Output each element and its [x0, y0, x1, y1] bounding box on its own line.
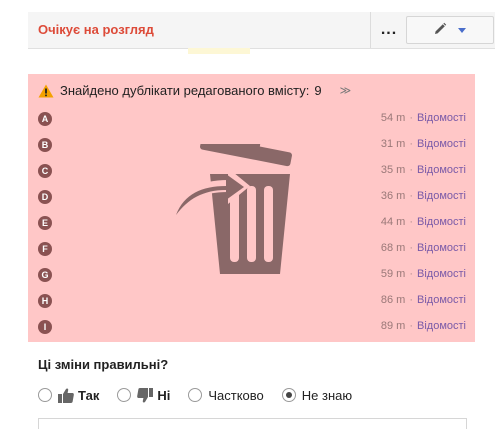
- duplicate-marker: G: [38, 268, 52, 282]
- review-status: Очікує на розгляд: [38, 22, 154, 37]
- top-bar: Очікує на розгляд ...: [28, 12, 495, 49]
- expand-icon[interactable]: ≫: [340, 85, 352, 96]
- radio-no[interactable]: [117, 388, 132, 402]
- edit-dropdown-button[interactable]: [406, 16, 494, 44]
- thumbs-up-icon: [58, 387, 74, 403]
- duplicate-row: A 54 m · Відомості: [28, 106, 475, 132]
- details-link[interactable]: Відомості: [417, 138, 466, 150]
- duplicates-panel: Знайдено дублікати редагованого вмісту: …: [28, 74, 475, 342]
- radio-yes[interactable]: [38, 388, 52, 402]
- duplicate-marker: H: [38, 294, 52, 308]
- duplicate-time: 86 m: [380, 294, 406, 306]
- duplicate-time: 59 m: [380, 268, 406, 280]
- review-options: Так Ні Частково Не знаю: [38, 385, 370, 405]
- details-link[interactable]: Відомості: [417, 164, 466, 176]
- details-link[interactable]: Відомості: [417, 216, 466, 228]
- duplicate-time: 44 m: [380, 216, 406, 228]
- duplicate-time: 31 m: [380, 138, 406, 150]
- comment-box[interactable]: [38, 418, 467, 429]
- duplicate-row: H 86 m · Відомості: [28, 288, 475, 314]
- duplicate-marker: F: [38, 242, 52, 256]
- option-partial[interactable]: Частково: [188, 387, 264, 403]
- review-question: Ці зміни правильні?: [38, 357, 169, 372]
- radio-partial[interactable]: [188, 388, 203, 402]
- duplicate-time: 68 m: [380, 242, 406, 254]
- chevron-down-icon: [458, 28, 466, 33]
- details-link[interactable]: Відомості: [417, 294, 466, 306]
- duplicate-marker: C: [38, 164, 52, 178]
- duplicate-marker: E: [38, 216, 52, 230]
- thumbs-down-icon: [137, 387, 154, 403]
- duplicates-warning: Знайдено дублікати редагованого вмісту: …: [38, 83, 351, 98]
- duplicate-row: I 89 m · Відомості: [28, 314, 475, 340]
- pencil-icon: [435, 22, 447, 34]
- duplicate-marker: D: [38, 190, 52, 204]
- duplicates-count: 9: [314, 83, 322, 98]
- duplicates-title: Знайдено дублікати редагованого вмісту:: [60, 83, 310, 98]
- radio-unknown[interactable]: [281, 388, 296, 402]
- duplicate-time: 54 m: [380, 112, 406, 124]
- option-partial-label: Частково: [208, 387, 264, 403]
- option-yes-label: Так: [78, 387, 100, 403]
- duplicate-time: 35 m: [380, 164, 406, 176]
- duplicate-marker: A: [38, 112, 52, 126]
- duplicate-time: 36 m: [380, 190, 406, 202]
- details-link[interactable]: Відомості: [417, 320, 466, 332]
- option-no[interactable]: Ні: [117, 387, 171, 403]
- trash-icon: [170, 144, 292, 274]
- duplicate-time: 89 m: [380, 320, 406, 332]
- details-link[interactable]: Відомості: [417, 268, 466, 280]
- option-unknown-label: Не знаю: [301, 387, 353, 403]
- warning-icon: [38, 84, 54, 97]
- duplicate-marker: B: [38, 138, 52, 152]
- details-link[interactable]: Відомості: [417, 190, 466, 202]
- details-link[interactable]: Відомості: [417, 242, 466, 254]
- option-unknown[interactable]: Не знаю: [281, 387, 353, 403]
- option-yes[interactable]: Так: [38, 388, 99, 403]
- details-link[interactable]: Відомості: [417, 112, 466, 124]
- more-options-button[interactable]: ...: [370, 12, 407, 48]
- duplicate-marker: I: [38, 320, 52, 334]
- highlight-strip: [188, 48, 250, 54]
- option-no-label: Ні: [157, 387, 171, 403]
